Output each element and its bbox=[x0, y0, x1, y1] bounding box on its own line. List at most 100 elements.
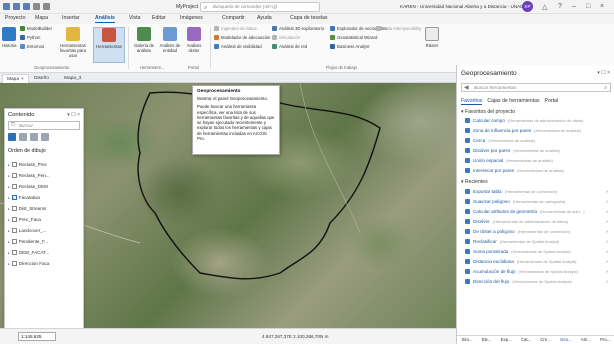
layer-item[interactable]: ▸ Pendiente_F... bbox=[8, 239, 48, 244]
favorite-star-icon[interactable]: ✓ bbox=[606, 229, 609, 234]
tab-analisis[interactable]: Análisis bbox=[95, 15, 115, 23]
tool-item[interactable]: Unión espacial (Herramientas de análisis) bbox=[465, 158, 611, 163]
close-icon[interactable]: × bbox=[600, 3, 604, 10]
tab-compartir[interactable]: Compartir bbox=[222, 15, 245, 21]
simulacion-button[interactable]: Simulación bbox=[272, 35, 300, 40]
more-icon[interactable] bbox=[41, 133, 49, 141]
layer-checkbox[interactable] bbox=[11, 162, 17, 167]
layer-item[interactable]: ▸ Landcover_... bbox=[8, 228, 47, 233]
tab-mapa[interactable]: Mapa bbox=[35, 15, 48, 21]
layer-item[interactable]: ▸ Dist_Streams bbox=[8, 206, 46, 211]
section-favoritos-proyecto[interactable]: ▾ Favoritos del proyecto bbox=[461, 109, 515, 115]
scale-selector[interactable]: 1:148.625 bbox=[18, 332, 56, 341]
layer-item[interactable]: ▸ Reclass_Pen... bbox=[8, 173, 50, 178]
redo-icon[interactable] bbox=[43, 3, 50, 10]
bottom-tab[interactable]: Geo... bbox=[560, 337, 572, 343]
favorite-star-icon[interactable]: ✓ bbox=[606, 219, 609, 224]
tool-item[interactable]: De ráster a polígono (Herramientas de con… bbox=[465, 229, 611, 234]
layer-item[interactable]: ▸ DEM_FACAT... bbox=[8, 250, 49, 255]
analisis-3d-button[interactable]: Análisis 3D exploratorio bbox=[272, 26, 324, 31]
tool-item[interactable]: Distancia euclidiana (Herramientas de Spa… bbox=[465, 259, 611, 264]
favorite-star-icon[interactable]: ✓ bbox=[606, 269, 609, 274]
expand-icon[interactable]: ▸ bbox=[8, 207, 10, 211]
layer-item[interactable]: ▸ Reclass_DEM bbox=[8, 184, 48, 189]
expand-icon[interactable]: ▸ bbox=[8, 229, 10, 233]
layer-item[interactable]: ▸ Reclass_Prec bbox=[8, 162, 47, 167]
notifications-icon[interactable]: △ bbox=[542, 3, 547, 11]
expand-icon[interactable]: ▸ bbox=[8, 174, 10, 178]
tool-item[interactable]: Reclasificar (Herramientas de Spatial Ana… bbox=[465, 239, 611, 244]
bottom-tab[interactable]: Sim... bbox=[462, 337, 473, 343]
tool-item[interactable]: Suavizar polígono (Herramientas de cartog… bbox=[465, 199, 611, 204]
tab-proyecto[interactable]: Proyecto bbox=[5, 15, 25, 21]
tab-vista[interactable]: Vista bbox=[129, 15, 140, 21]
geostatistical-wizard-button[interactable]: Geostatistical Wizard bbox=[330, 35, 377, 40]
modelador-adecuacion-button[interactable]: Modelador de adecuación bbox=[214, 35, 270, 40]
favorite-star-icon[interactable]: ✓ bbox=[606, 259, 609, 264]
python-button[interactable]: Python bbox=[20, 35, 40, 40]
analisis-red-button[interactable]: Análisis de red bbox=[272, 44, 307, 49]
back-icon[interactable]: ◀ bbox=[464, 84, 469, 92]
expand-icon[interactable]: ▸ bbox=[8, 185, 10, 189]
tab-capa-teselas[interactable]: Capa de teselas bbox=[290, 15, 328, 21]
tab-imagenes[interactable]: Imágenes bbox=[180, 15, 203, 21]
layer-checkbox[interactable] bbox=[11, 184, 17, 189]
command-search-input[interactable]: ⌕ Búsqueda de comandos (Alt+Q) bbox=[200, 2, 320, 12]
analisis-entidad-button[interactable]: Análisis de entidad bbox=[158, 27, 182, 53]
section-recientes[interactable]: ▾ Recientes bbox=[461, 179, 488, 185]
layer-checkbox[interactable] bbox=[11, 261, 17, 266]
view-tab-mapa3[interactable]: Mapa_3 bbox=[60, 74, 85, 83]
view-tab-diseno[interactable]: Diseño bbox=[30, 74, 53, 83]
contents-search-input[interactable]: ⛉ Buscar bbox=[8, 121, 80, 130]
tool-item[interactable]: Zona de influencia por pares (Herramienta… bbox=[465, 128, 611, 133]
tool-item[interactable]: Suma ponderada (Herramientas de Spatial A… bbox=[465, 249, 611, 254]
layer-checkbox[interactable] bbox=[11, 250, 17, 255]
favorite-star-icon[interactable]: ✓ bbox=[606, 239, 609, 244]
tool-item[interactable]: Intersecar por pares (Herramientas de aná… bbox=[465, 168, 611, 173]
tab-ayuda[interactable]: Ayuda bbox=[257, 15, 272, 21]
tab-editar[interactable]: Editar bbox=[152, 15, 166, 21]
expand-icon[interactable]: ▸ bbox=[8, 196, 10, 200]
close-icon[interactable]: × bbox=[21, 77, 24, 82]
user-avatar[interactable]: KP bbox=[522, 1, 533, 12]
view-tab-mapa[interactable]: Mapa × bbox=[2, 74, 29, 83]
herramientas-button[interactable]: Herramientas bbox=[93, 27, 125, 63]
maximize-icon[interactable]: □ bbox=[586, 3, 590, 10]
help-icon[interactable]: ? bbox=[558, 3, 562, 10]
pane-controls[interactable]: ▾ ☐ × bbox=[597, 70, 610, 76]
tool-item[interactable]: Acumulación de flujo (Herramientas de Spa… bbox=[465, 269, 611, 274]
tab-favoritos[interactable]: Favoritos bbox=[461, 98, 483, 105]
data-interoperability-button[interactable]: Data Interoperability bbox=[376, 26, 421, 31]
raster-button[interactable]: Ráster bbox=[420, 27, 444, 48]
favorite-star-icon[interactable]: ✓ bbox=[606, 279, 609, 284]
tool-item[interactable]: Disolver (Herramientas de administración … bbox=[465, 219, 611, 224]
open-project-icon[interactable] bbox=[13, 3, 20, 10]
tool-item[interactable]: Calcular atributos de geometría (Herramie… bbox=[465, 209, 611, 214]
bottom-tab[interactable]: Cat... bbox=[521, 337, 531, 343]
tool-item[interactable]: Calcular campo (Herramientas de administr… bbox=[465, 118, 611, 123]
save-icon[interactable] bbox=[23, 3, 30, 10]
ingeniero-datos-button[interactable]: Ingeniero de datos bbox=[214, 26, 257, 31]
undo-icon[interactable] bbox=[33, 3, 40, 10]
bottom-tab[interactable]: Cre... bbox=[540, 337, 551, 343]
bottom-tab[interactable]: Atri... bbox=[581, 337, 591, 343]
bottom-tab[interactable]: Exp... bbox=[501, 337, 512, 343]
analisis-visibilidad-button[interactable]: Análisis de visibilidad bbox=[214, 44, 262, 49]
drawing-order-icon[interactable] bbox=[8, 133, 16, 141]
favorite-star-icon[interactable]: ✓ bbox=[606, 209, 609, 214]
layer-checkbox[interactable] bbox=[11, 217, 17, 222]
layer-checkbox[interactable] bbox=[11, 239, 17, 244]
tab-portal[interactable]: Portal bbox=[545, 98, 559, 105]
layer-checkbox[interactable] bbox=[11, 228, 17, 233]
selection-icon[interactable] bbox=[30, 133, 38, 141]
data-source-icon[interactable] bbox=[19, 133, 27, 141]
expand-icon[interactable]: ▸ bbox=[8, 163, 10, 167]
expand-icon[interactable]: ▸ bbox=[8, 251, 10, 255]
tool-item[interactable]: Exportar tabla (Herramientas de conversió… bbox=[465, 189, 611, 194]
modelbuilder-button[interactable]: ModelBuilder bbox=[20, 26, 52, 31]
favorite-star-icon[interactable]: ✓ bbox=[606, 189, 609, 194]
expand-icon[interactable]: ▸ bbox=[8, 240, 10, 244]
layer-checkbox-checked[interactable]: ✓ bbox=[11, 195, 17, 200]
tool-item[interactable]: Cerca (Herramientas de análisis) bbox=[465, 138, 611, 143]
tool-item[interactable]: Dirección del flujo (Herramientas de Spat… bbox=[465, 279, 611, 284]
